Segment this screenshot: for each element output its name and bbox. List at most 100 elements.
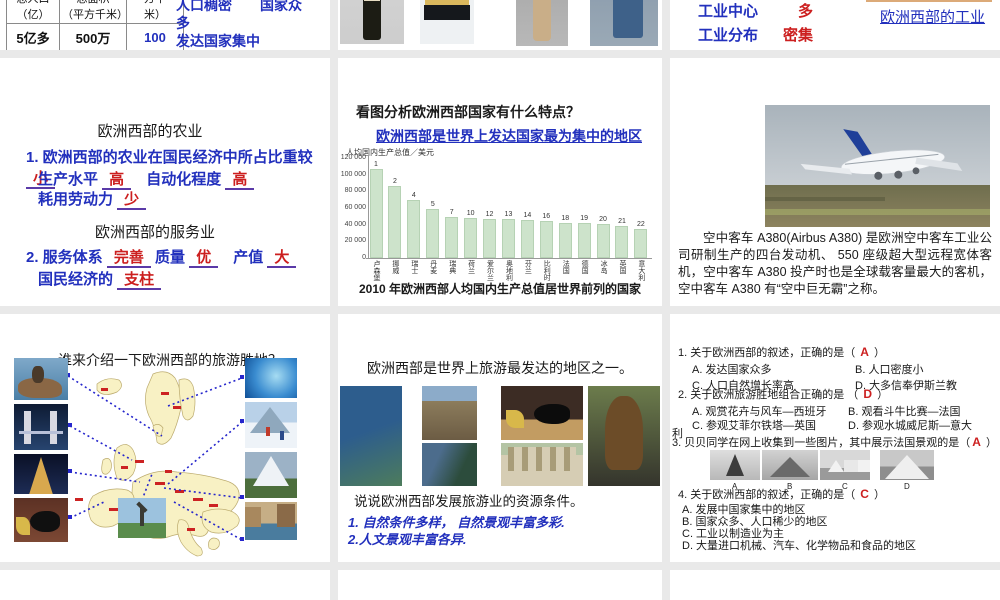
canyon-gorge-photo	[422, 443, 477, 486]
bar-rank-label: 21	[618, 218, 626, 225]
little-mermaid-photo	[14, 358, 68, 400]
quiz-q2: 2. 关于欧洲旅游胜地组合正确的是 （ D ）	[678, 387, 889, 402]
bar-卢森堡: 1 卢森堡	[369, 158, 383, 294]
answer-text: 支柱	[117, 271, 162, 290]
slide-agriculture-services[interactable]: 欧洲西部的农业 1. 欧洲西部的农业在国民经济中所占比重较 小 生产水平 高 自…	[0, 58, 330, 306]
bar	[539, 221, 553, 258]
greek-ruins-photo	[501, 443, 583, 486]
y-axis-tick-label: 60 000	[344, 204, 366, 211]
bar	[558, 222, 572, 258]
bar-比利时: 16 比利时	[539, 158, 553, 294]
population-summary-text: 人口稠密 国家众 多 发达国家集中	[176, 0, 302, 49]
slide-gdp-chart[interactable]: 看图分析欧洲西部国家有什么特点？ 欧洲西部是世界上发达国家最为集中的地区 人均国…	[338, 58, 662, 306]
bar-rank-label: 2	[392, 178, 397, 185]
answer-text: 高	[225, 171, 255, 190]
dutch-windmill-photo	[118, 498, 166, 538]
slide-airbus-a380[interactable]: 空中客车 A380(Airbus A380) 是欧洲空中客车工业公司研制生产的四…	[670, 58, 1000, 306]
airbus-paragraph: 空中客车 A380(Airbus A380) 是欧洲空中客车工业公司研制生产的四…	[678, 231, 992, 296]
quiz-q4-option-d: D. 大量进口机械、汽车、化学物品和食品的地区	[682, 540, 917, 552]
quiz-q4: 4. 关于欧洲西部的叙述，正确的是（ C ）	[678, 487, 886, 502]
eiffel-tower-night-photo	[14, 454, 68, 494]
quiz-image-pyramid	[762, 450, 818, 480]
quiz-q2-option-a: A. 观赏花卉与风车—西班牙	[692, 406, 827, 418]
industry-center-value: 多	[798, 3, 814, 20]
slide-tourism-resources[interactable]: 欧洲西部是世界上旅游最发达的地区之一。 说说欧洲西部发展旅游业的资源条件。 1.…	[338, 314, 662, 562]
bar	[445, 216, 459, 258]
bar-rank-label: 5	[430, 201, 435, 209]
bar-法国: 18 法国	[558, 158, 572, 294]
answer-text: 完善	[106, 249, 151, 268]
matterhorn-photo	[245, 452, 297, 498]
services-line-1: 2. 服务体系 完善 质量 优 产值 大	[26, 246, 297, 268]
industry-distribution-label: 工业分布	[698, 27, 759, 44]
agriculture-line-2: 生产水平 高 自动化程度 高	[38, 168, 255, 190]
bar-rank-label: 18	[561, 214, 570, 222]
bar-rank-label: 10	[466, 209, 475, 217]
bar-rank-label: 13	[504, 211, 513, 219]
slide-industry-summary[interactable]: 工业中心 多 工业分布 密集 欧洲西部的工业	[670, 0, 1000, 50]
quiz-q1: 1. 关于欧洲西部的叙述，正确的是（ A ）	[678, 345, 886, 360]
quiz-image-sydney-opera-house	[820, 450, 870, 480]
slide-next-row-3[interactable]	[670, 570, 1000, 600]
answer-text: C	[860, 487, 869, 501]
population-value: 5亿多	[6, 23, 60, 50]
wine-bottle-photo	[340, 0, 404, 44]
bullfight-photo	[14, 498, 68, 542]
bar	[426, 209, 440, 258]
y-axis-tick-label: 80 000	[344, 187, 366, 195]
bar	[577, 222, 591, 258]
quiz-q1-option-a: A. 发达国家众多	[692, 364, 772, 376]
bar-意大利: 22 意大利	[634, 158, 648, 294]
bar	[369, 169, 383, 258]
bar-荷兰: 10 荷兰	[464, 158, 478, 294]
y-axis-tick-label: 120 000	[340, 154, 366, 161]
bar-rank-label: 7	[449, 208, 454, 216]
bar	[388, 186, 402, 258]
answer-text: 少	[117, 191, 147, 210]
bronze-statue-photo	[588, 386, 660, 486]
table-header-area: 总面积（平方千米）	[62, 0, 128, 21]
table-header-population: 总人口（亿）	[16, 0, 50, 21]
slide-next-row-2[interactable]	[338, 570, 662, 600]
y-axis-tick-label: 0	[362, 254, 366, 261]
bar-英国: 21 英国	[615, 158, 629, 294]
population-table: 总人口（亿） 总面积（平方千米） 人口密度（人／平方千米） 5亿多 500万 1…	[6, 0, 184, 50]
services-line-2: 国民经济的 支柱	[38, 268, 162, 290]
bar-冰岛: 20 冰岛	[596, 158, 610, 294]
services-title: 欧洲西部的服务业	[94, 224, 215, 241]
answer-text: D	[863, 387, 873, 401]
bar	[483, 218, 497, 258]
bar-rank-label: 12	[485, 210, 494, 218]
ice-cave-photo	[245, 358, 297, 398]
bar	[596, 223, 610, 258]
bar-奥地利: 13 奥地利	[501, 158, 515, 294]
fashion-model-casual-photo	[590, 0, 658, 46]
slide-industrial-products[interactable]	[338, 0, 662, 50]
bar-丹麦: 5 丹麦	[426, 158, 440, 294]
tourism-title: 欧洲西部是世界上旅游最发达的地区之一。	[367, 360, 633, 376]
fashion-model-beige-photo	[516, 0, 568, 46]
bar-rank-label: 1	[374, 161, 378, 169]
gdp-bar-chart: 1 卢森堡 2 挪威 4 瑞士 5 丹麦 7 瑞典 10 荷兰 12 爱尔兰 13 奥地利 14 芬兰 16 比利时 1…	[369, 158, 648, 294]
bar-爱尔兰: 12 爱尔兰	[483, 158, 497, 294]
slide-tourism-map[interactable]: 谁来介绍一下欧洲西部的旅游胜地？	[0, 314, 330, 562]
bar-瑞士: 4 瑞士	[407, 158, 421, 294]
bar-rank-label: 20	[599, 215, 607, 223]
bar-rank-label: 22	[637, 220, 645, 228]
industry-distribution-value: 密集	[783, 27, 814, 44]
y-axis-tick-label: 40 000	[344, 220, 366, 228]
quiz-q2-option-c: C. 参观艾菲尔铁塔—英国	[692, 420, 817, 432]
industry-center-label: 工业中心	[698, 3, 759, 20]
tourism-prompt: 说说欧洲西部发展旅游业的资源条件。	[354, 494, 584, 509]
slide-next-row-1[interactable]	[0, 570, 330, 600]
airbus-a380-photo	[765, 105, 990, 227]
slide-population-overview[interactable]: 总人口（亿） 总面积（平方千米） 人口密度（人／平方千米） 5亿多 500万 1…	[0, 0, 330, 50]
bar-rank-label: 19	[580, 214, 589, 222]
agriculture-line-3: 耗用劳动力 少	[38, 188, 147, 210]
chart-slide-subtitle: 欧洲西部是世界上发达国家最为集中的地区	[376, 128, 642, 144]
agriculture-title: 欧洲西部的农业	[97, 123, 203, 140]
divider-line	[866, 0, 992, 2]
slide-quiz[interactable]: 1. 关于欧洲西部的叙述，正确的是（ A ） A. 发达国家众多 B. 人口密度…	[670, 314, 1000, 562]
tower-bridge-photo	[14, 404, 68, 450]
gold-box-photo	[420, 0, 474, 44]
